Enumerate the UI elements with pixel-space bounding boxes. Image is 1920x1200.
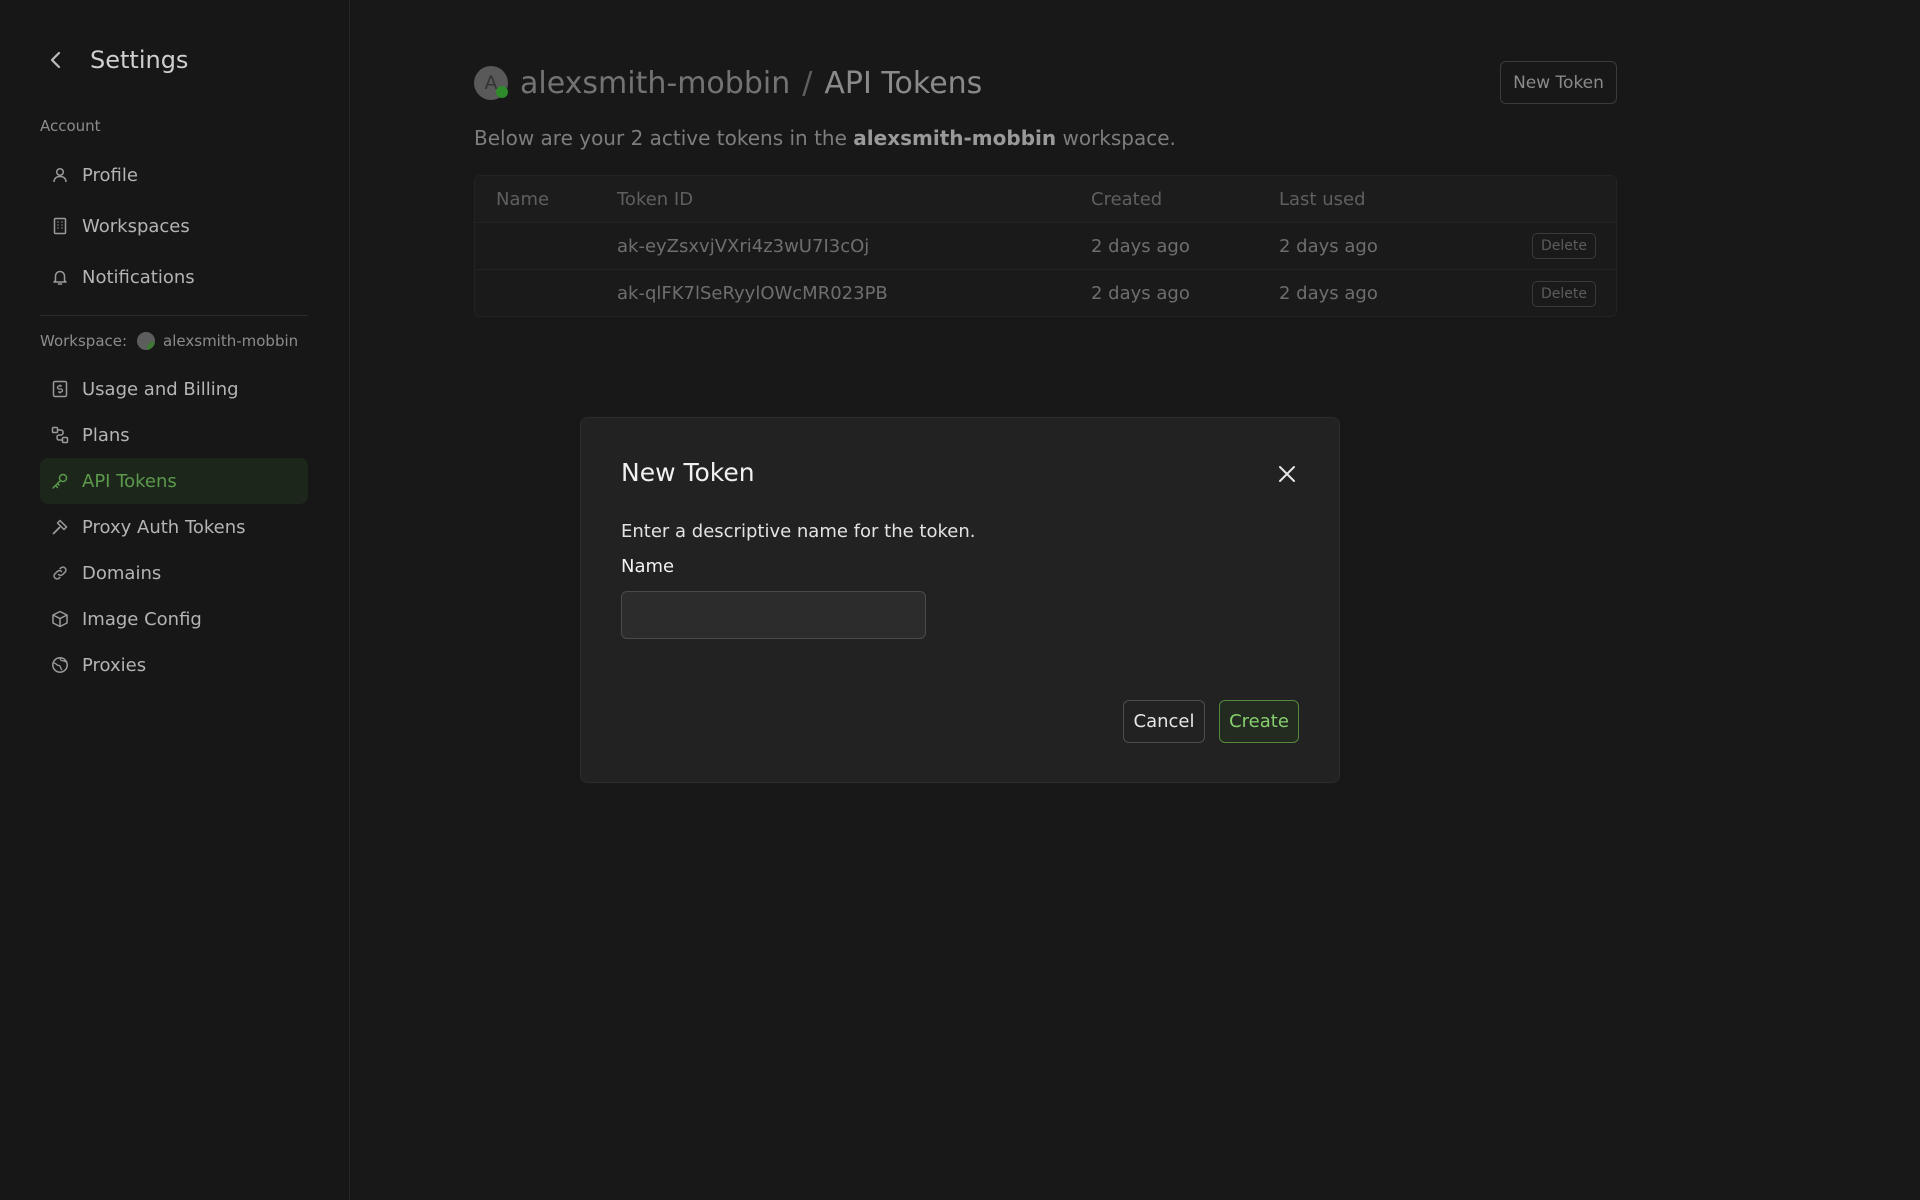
- sidebar-item-image-config[interactable]: Image Config: [40, 596, 308, 642]
- column-header-token-id: Token ID: [617, 188, 694, 210]
- sidebar-item-workspaces[interactable]: Workspaces: [40, 203, 308, 249]
- new-token-dialog: New Token Enter a descriptive name for t…: [580, 417, 1340, 783]
- sidebar-item-label: Proxy Auth Tokens: [82, 516, 246, 538]
- create-button[interactable]: Create: [1219, 700, 1299, 743]
- sidebar-title: Settings: [90, 46, 189, 74]
- sidebar-item-profile[interactable]: Profile: [40, 152, 308, 198]
- sidebar-item-label: Domains: [82, 562, 162, 584]
- globe-icon: [50, 655, 70, 675]
- package-icon: [50, 609, 70, 629]
- sidebar-item-label: Image Config: [82, 608, 202, 630]
- tokens-table: Name Token ID Created Last used ak-eyZsx…: [474, 175, 1617, 317]
- sidebar-item-plans[interactable]: Plans: [40, 412, 308, 458]
- sidebar-item-usage-and-billing[interactable]: Usage and Billing: [40, 366, 308, 412]
- subtitle-suffix: workspace.: [1062, 126, 1176, 150]
- user-icon: [50, 165, 70, 185]
- column-header-last-used: Last used: [1279, 188, 1366, 210]
- close-icon[interactable]: [1271, 458, 1303, 490]
- dollar-receipt-icon: [50, 379, 70, 399]
- sidebar-item-label: Usage and Billing: [82, 378, 239, 400]
- subtitle-workspace: alexsmith-mobbin: [853, 126, 1057, 150]
- table-header-row: Name Token ID Created Last used: [475, 176, 1616, 223]
- bell-icon: [50, 267, 70, 287]
- account-section-label: Account: [40, 117, 101, 135]
- dialog-title: New Token: [621, 458, 755, 487]
- sidebar-item-proxies[interactable]: Proxies: [40, 642, 308, 688]
- route-icon: [50, 425, 70, 445]
- page-title: API Tokens: [824, 65, 983, 101]
- workspace-section-label: Workspace: alexsmith-mobbin: [40, 332, 298, 350]
- new-token-button[interactable]: New Token: [1500, 61, 1617, 104]
- table-row: ak-qlFK7lSeRyylOWcMR023PB 2 days ago 2 d…: [475, 270, 1616, 317]
- token-id: ak-eyZsxvjVXri4z3wU7I3cOj: [617, 235, 870, 257]
- back-arrow-icon[interactable]: [40, 44, 72, 76]
- hammer-icon: [50, 517, 70, 537]
- breadcrumb-separator: /: [802, 65, 813, 101]
- sidebar-item-label: Proxies: [82, 654, 147, 676]
- building-icon: [50, 216, 70, 236]
- sidebar-item-label: Workspaces: [82, 215, 190, 237]
- column-header-name: Name: [496, 188, 550, 210]
- key-icon: [50, 471, 70, 491]
- sidebar-item-label: Profile: [82, 164, 138, 186]
- settings-sidebar: Settings Account Profile Workspaces Noti…: [0, 0, 350, 1200]
- token-last-used: 2 days ago: [1279, 235, 1378, 257]
- workspace-name: alexsmith-mobbin: [163, 332, 299, 350]
- table-row: ak-eyZsxvjVXri4z3wU7I3cOj 2 days ago 2 d…: [475, 223, 1616, 270]
- page-header: A alexsmith-mobbin / API Tokens: [474, 62, 982, 104]
- token-created: 2 days ago: [1091, 283, 1190, 304]
- name-field-label: Name: [621, 556, 675, 577]
- sidebar-divider: [40, 315, 308, 316]
- workspace-avatar: [137, 332, 156, 350]
- workspace-avatar: A: [474, 66, 508, 100]
- sidebar-item-api-tokens[interactable]: API Tokens: [40, 458, 308, 504]
- sidebar-item-proxy-auth-tokens[interactable]: Proxy Auth Tokens: [40, 504, 308, 550]
- cancel-button[interactable]: Cancel: [1123, 700, 1205, 743]
- sidebar-item-label: Plans: [82, 424, 130, 446]
- sidebar-header: Settings: [40, 40, 188, 80]
- delete-token-button[interactable]: Delete: [1532, 233, 1596, 259]
- delete-token-button[interactable]: Delete: [1532, 280, 1596, 307]
- column-header-created: Created: [1091, 188, 1163, 210]
- breadcrumb-workspace[interactable]: alexsmith-mobbin: [520, 66, 790, 101]
- token-created: 2 days ago: [1091, 235, 1190, 257]
- link-icon: [50, 563, 70, 583]
- sidebar-item-notifications[interactable]: Notifications: [40, 254, 308, 300]
- dialog-description: Enter a descriptive name for the token.: [621, 521, 976, 542]
- token-last-used: 2 days ago: [1279, 283, 1378, 304]
- workspace-label: Workspace:: [40, 332, 128, 350]
- token-name-input[interactable]: [621, 591, 926, 639]
- page-subtitle: Below are your 2 active tokens in the al…: [474, 126, 1176, 150]
- sidebar-item-domains[interactable]: Domains: [40, 550, 308, 596]
- avatar-status-dot: [496, 86, 508, 98]
- sidebar-item-label: Notifications: [82, 266, 195, 288]
- sidebar-item-label: API Tokens: [82, 470, 177, 492]
- account-label: Account: [40, 117, 101, 135]
- token-id: ak-qlFK7lSeRyylOWcMR023PB: [617, 283, 888, 304]
- subtitle-prefix: Below are your 2 active tokens in the: [474, 126, 847, 150]
